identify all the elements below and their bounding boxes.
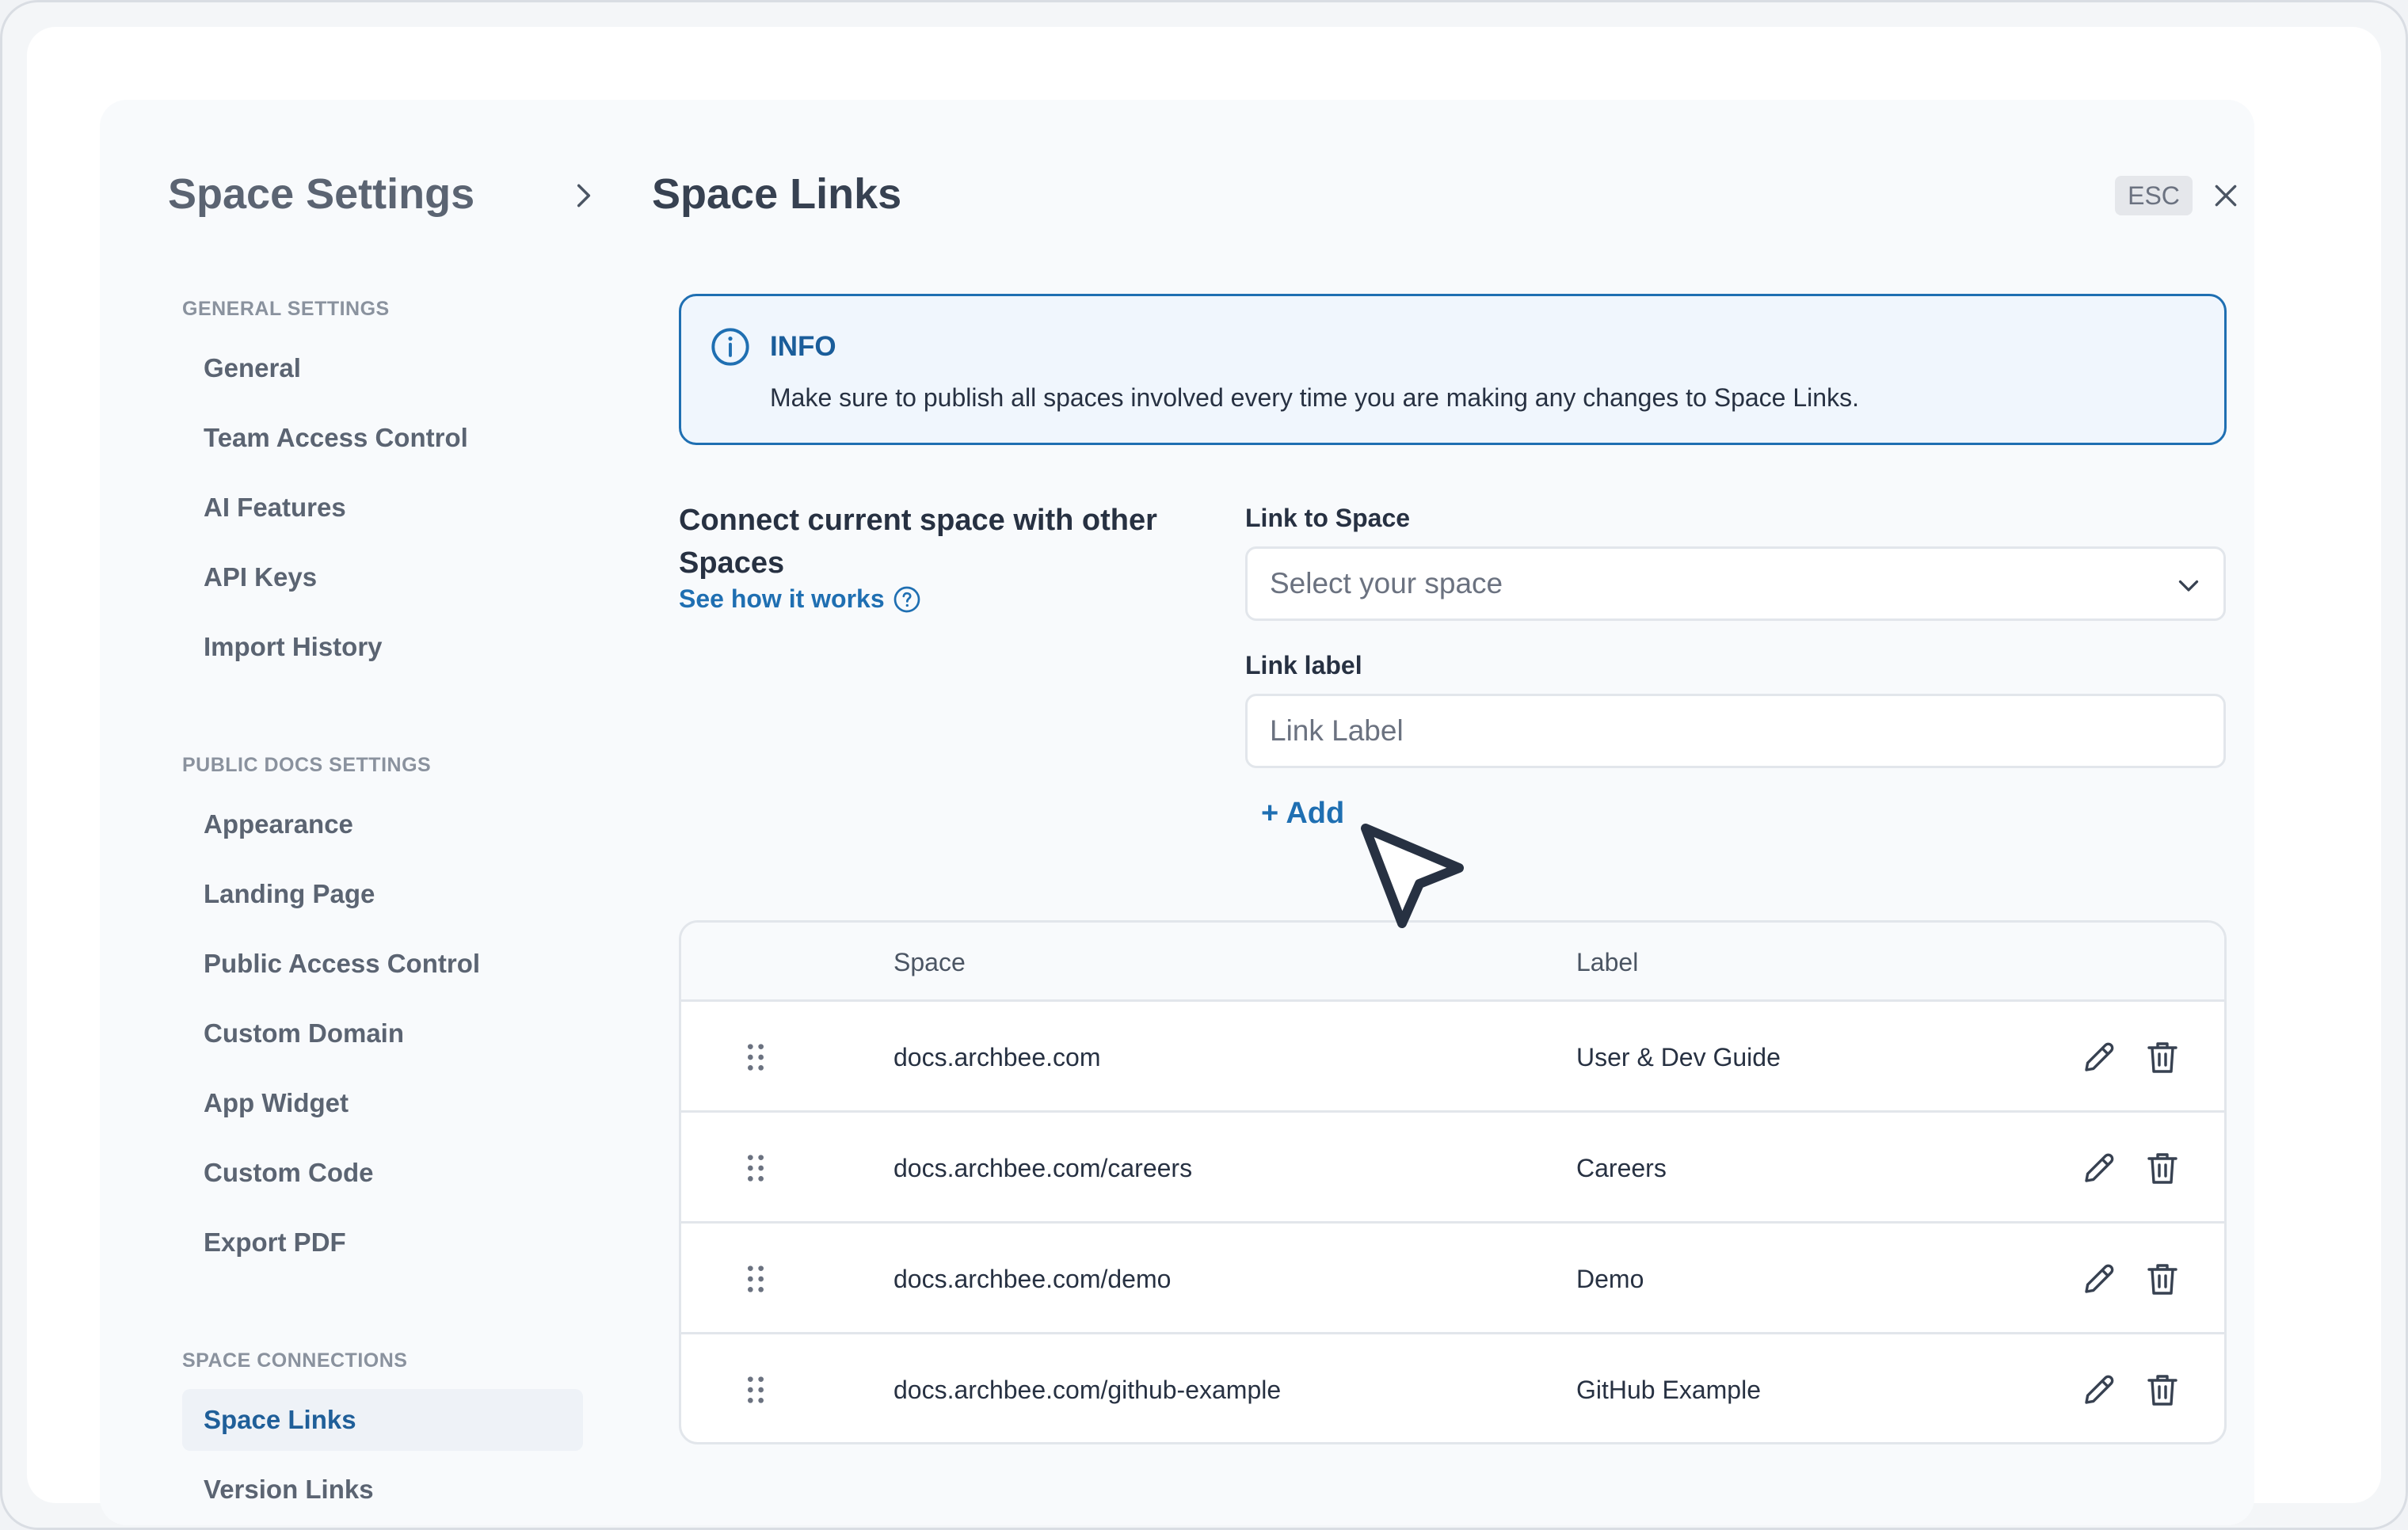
drag-handle-icon[interactable] xyxy=(740,1152,772,1184)
sidebar-item-api-keys[interactable]: API Keys xyxy=(182,546,583,608)
info-callout: INFO Make sure to publish all spaces inv… xyxy=(679,294,2227,445)
row-space: docs.archbee.com xyxy=(893,1043,1101,1071)
chevron-down-icon xyxy=(2178,580,2199,592)
sidebar-section-general: GENERAL SETTINGS xyxy=(182,298,390,320)
esc-badge: ESC xyxy=(2115,176,2193,215)
sidebar-item-appearance[interactable]: Appearance xyxy=(182,794,583,855)
sidebar-item-custom-domain[interactable]: Custom Domain xyxy=(182,1003,583,1064)
row-label: User & Dev Guide xyxy=(1576,1043,1781,1071)
trash-icon[interactable] xyxy=(2143,1260,2181,1298)
table-row: docs.archbee.com/demo Demo xyxy=(681,1224,2224,1334)
row-label: Demo xyxy=(1576,1265,1644,1293)
table-row: docs.archbee.com/careers Careers xyxy=(681,1113,2224,1224)
close-icon[interactable] xyxy=(2210,180,2242,211)
sidebar-item-space-links[interactable]: Space Links xyxy=(182,1389,583,1451)
space-select-placeholder: Select your space xyxy=(1270,567,1503,599)
connect-title: Connect current space with other Spaces xyxy=(679,504,1157,580)
row-space: docs.archbee.com/careers xyxy=(893,1154,1193,1182)
pencil-icon[interactable] xyxy=(2080,1149,2118,1187)
table-header: Space Label xyxy=(681,923,2224,1002)
sidebar-item-app-widget[interactable]: App Widget xyxy=(182,1072,583,1134)
sidebar-item-import-history[interactable]: Import History xyxy=(182,616,583,678)
info-text: Make sure to publish all spaces involved… xyxy=(770,383,1859,412)
drag-handle-icon[interactable] xyxy=(740,1263,772,1295)
row-space: docs.archbee.com/demo xyxy=(893,1265,1172,1293)
trash-icon[interactable] xyxy=(2143,1038,2181,1076)
drag-handle-icon[interactable] xyxy=(740,1041,772,1073)
see-how-it-works-label: See how it works xyxy=(679,584,885,613)
link-label-placeholder: Link Label xyxy=(1270,714,1404,747)
sidebar-title: Space Settings xyxy=(168,170,475,218)
space-select[interactable]: Select your space xyxy=(1245,546,2226,621)
sidebar-item-custom-code[interactable]: Custom Code xyxy=(182,1142,583,1204)
help-icon xyxy=(893,586,920,612)
sidebar-item-public-access-control[interactable]: Public Access Control xyxy=(182,933,583,995)
link-label-label: Link label xyxy=(1245,651,1362,679)
page-title: Space Links xyxy=(652,170,902,218)
sidebar-item-ai-features[interactable]: AI Features xyxy=(182,477,583,539)
see-how-it-works-link[interactable]: See how it works xyxy=(679,584,921,614)
row-space: docs.archbee.com/github-example xyxy=(893,1376,1282,1404)
mouse-pointer-icon xyxy=(1361,824,1464,928)
sidebar-item-general[interactable]: General xyxy=(182,337,583,399)
sidebar-item-export-pdf[interactable]: Export PDF xyxy=(182,1212,583,1273)
table-row: docs.archbee.com/github-example GitHub E… xyxy=(681,1334,2224,1442)
column-header-space: Space xyxy=(893,948,966,976)
add-link-button[interactable]: + Add xyxy=(1261,797,1344,831)
sidebar-item-landing-page[interactable]: Landing Page xyxy=(182,863,583,925)
drag-handle-icon[interactable] xyxy=(740,1374,772,1406)
pencil-icon[interactable] xyxy=(2080,1371,2118,1409)
sidebar-item-team-access-control[interactable]: Team Access Control xyxy=(182,407,583,469)
info-icon xyxy=(711,328,749,366)
pencil-icon[interactable] xyxy=(2080,1038,2118,1076)
trash-icon[interactable] xyxy=(2143,1149,2181,1187)
row-label: GitHub Example xyxy=(1576,1376,1761,1404)
sidebar-section-public-docs: PUBLIC DOCS SETTINGS xyxy=(182,754,432,776)
table-row: docs.archbee.com User & Dev Guide xyxy=(681,1002,2224,1113)
sidebar-section-space-connections: SPACE CONNECTIONS xyxy=(182,1349,408,1372)
pencil-icon[interactable] xyxy=(2080,1260,2118,1298)
info-title: INFO xyxy=(770,331,836,362)
sidebar-item-version-links[interactable]: Version Links xyxy=(182,1459,583,1503)
trash-icon[interactable] xyxy=(2143,1371,2181,1409)
row-label: Careers xyxy=(1576,1154,1667,1182)
chevron-right-icon xyxy=(577,184,591,207)
space-links-table: Space Label docs.archbee.com User & Dev … xyxy=(679,920,2227,1444)
column-header-label: Label xyxy=(1576,948,1639,976)
link-label-input[interactable]: Link Label xyxy=(1245,694,2226,768)
link-to-space-label: Link to Space xyxy=(1245,504,1411,532)
